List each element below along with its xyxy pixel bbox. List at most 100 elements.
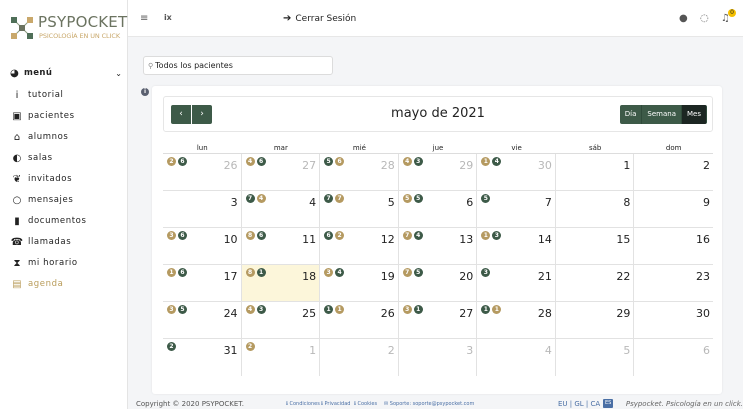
day-cell[interactable]: 1 4 30 xyxy=(477,154,556,190)
language-selector[interactable]: EU | GL | CA | xyxy=(558,400,605,408)
sidebar-item-salas[interactable]: ◐ salas xyxy=(10,150,122,166)
event-count-badge[interactable]: 5 xyxy=(402,194,412,203)
sidebar-item-documentos[interactable]: ▮ documentos xyxy=(10,213,122,229)
event-count-badge[interactable]: 3 xyxy=(167,231,176,240)
event-count-badge[interactable]: 8 xyxy=(245,268,255,277)
event-count-badge[interactable]: 5 xyxy=(324,157,334,166)
event-count-badge[interactable]: 1 xyxy=(481,231,491,240)
event-count-badge[interactable]: 1 xyxy=(324,305,334,314)
event-count-badge[interactable]: 1 xyxy=(413,305,423,314)
event-count-badge[interactable]: 4 xyxy=(256,194,266,203)
event-count-badge[interactable]: 5 xyxy=(413,194,423,203)
sidebar-item-mi-horario[interactable]: ⧗ mi horario xyxy=(10,255,122,271)
event-count-badge[interactable]: 3 xyxy=(492,231,502,240)
chat-bubbles-icon[interactable]: ◌ xyxy=(700,13,709,24)
day-cell[interactable]: 21 xyxy=(242,339,321,376)
event-count-badge[interactable]: 1 xyxy=(492,305,502,314)
event-count-badge[interactable]: 1 xyxy=(481,157,491,166)
event-count-badge[interactable]: 7 xyxy=(245,194,255,203)
event-count-badge[interactable]: 1 xyxy=(256,268,266,277)
event-count-badge[interactable]: 5 xyxy=(413,268,423,277)
day-cell[interactable]: 3 4 19 xyxy=(320,265,399,301)
day-cell[interactable]: 4 3 25 xyxy=(242,302,321,338)
day-cell[interactable]: 8 xyxy=(556,191,635,227)
support-link[interactable]: ✉ Soporte: soporte@psypocket.com xyxy=(384,401,474,407)
event-count-badge[interactable]: 4 xyxy=(413,231,423,240)
info-circle-icon[interactable]: ● xyxy=(679,13,688,24)
day-cell[interactable]: 3 xyxy=(163,191,242,227)
day-cell[interactable]: 5 xyxy=(556,339,635,376)
logout-button[interactable]: ➔ Cerrar Sesión xyxy=(283,13,356,24)
day-cell[interactable]: 16 xyxy=(634,228,713,264)
event-count-badge[interactable]: 6 xyxy=(178,231,187,240)
day-cell[interactable]: 4 3 29 xyxy=(399,154,478,190)
event-count-badge[interactable]: 3 xyxy=(481,268,491,277)
event-count-badge[interactable]: 5 xyxy=(481,194,491,203)
language-icon[interactable]: ⅸ xyxy=(164,13,172,22)
event-count-badge[interactable]: 4 xyxy=(492,157,502,166)
event-count-badge[interactable]: 4 xyxy=(402,157,412,166)
patient-search-input[interactable] xyxy=(155,61,326,70)
day-cell[interactable]: 3 6 10 xyxy=(163,228,242,264)
event-count-badge[interactable]: 3 xyxy=(402,305,412,314)
day-cell[interactable]: 77 5 xyxy=(320,191,399,227)
day-cell[interactable]: 8 6 11 xyxy=(242,228,321,264)
day-cell[interactable]: 2 31 xyxy=(163,339,242,376)
cookies-link[interactable]: ℹ Cookies xyxy=(354,401,377,407)
event-count-badge[interactable]: 6 xyxy=(256,231,266,240)
event-count-badge[interactable]: 6 xyxy=(178,157,187,166)
event-count-badge[interactable]: 3 xyxy=(413,157,423,166)
psypocket-logo[interactable]: PSYPOCKET PSICOLOGÍA EN UN CLICK xyxy=(8,10,127,46)
day-cell[interactable]: 2 6 26 xyxy=(163,154,242,190)
day-cell[interactable]: 1 1 28 xyxy=(477,302,556,338)
event-count-badge[interactable]: 2 xyxy=(245,342,255,351)
day-cell[interactable]: 2 xyxy=(320,339,399,376)
event-count-badge[interactable]: 7 xyxy=(324,194,334,203)
day-cell-today[interactable]: 8 1 18 xyxy=(241,265,321,301)
day-cell[interactable]: 4 xyxy=(477,339,556,376)
terms-link[interactable]: ℹ Condiciones xyxy=(286,401,320,407)
sidebar-item-tutorial[interactable]: i tutorial xyxy=(10,87,122,103)
day-cell[interactable]: 3 xyxy=(399,339,478,376)
event-count-badge[interactable]: 6 xyxy=(324,231,334,240)
event-count-badge[interactable]: 4 xyxy=(335,268,345,277)
event-count-badge[interactable]: 1 xyxy=(335,305,345,314)
view-week-button[interactable]: Semana xyxy=(642,105,682,124)
sidebar-item-pacientes[interactable]: ▣ pacientes xyxy=(10,108,122,124)
event-count-badge[interactable]: 2 xyxy=(167,342,176,351)
day-cell[interactable]: 2 xyxy=(634,154,713,190)
event-count-badge[interactable]: 8 xyxy=(245,231,255,240)
event-count-badge[interactable]: 3 xyxy=(324,268,334,277)
event-count-badge[interactable]: 2 xyxy=(335,231,345,240)
sidebar-item-mensajes[interactable]: ○ mensajes xyxy=(10,192,122,208)
day-cell[interactable]: 30 xyxy=(634,302,713,338)
view-day-button[interactable]: Día xyxy=(619,105,643,124)
sidebar-item-invitados[interactable]: ❦ invitados xyxy=(10,171,122,187)
day-cell[interactable]: 1 6 17 xyxy=(163,265,242,301)
day-cell[interactable]: 6 2 12 xyxy=(320,228,399,264)
day-cell[interactable]: 5 6 28 xyxy=(320,154,399,190)
event-count-badge[interactable]: 6 xyxy=(178,268,187,277)
event-count-badge[interactable]: 6 xyxy=(256,157,266,166)
day-cell[interactable]: 1 xyxy=(556,154,635,190)
bell-icon[interactable]: ♫ 0 xyxy=(721,9,736,24)
patient-filter[interactable]: ⚲ xyxy=(143,56,333,75)
day-cell[interactable]: 6 xyxy=(634,339,713,376)
day-cell[interactable]: 3 1 27 xyxy=(399,302,478,338)
event-count-badge[interactable]: 1 xyxy=(481,305,491,314)
menu-toggle[interactable]: ◕ menú ⌄ xyxy=(10,64,122,82)
day-cell[interactable]: 744 xyxy=(242,191,321,227)
sidebar-item-agenda[interactable]: ▤ agenda xyxy=(10,276,122,292)
event-count-badge[interactable]: 7 xyxy=(402,268,412,277)
day-cell[interactable]: 3 5 24 xyxy=(163,302,242,338)
event-count-badge[interactable]: 6 xyxy=(335,157,345,166)
info-icon[interactable]: i xyxy=(141,88,149,96)
language-es-button[interactable]: ES xyxy=(603,399,614,408)
day-cell[interactable]: 57 xyxy=(477,191,556,227)
day-cell[interactable]: 55 6 xyxy=(399,191,478,227)
day-cell[interactable]: 1 3 14 xyxy=(477,228,556,264)
hamburger-menu-icon[interactable]: ≡ xyxy=(140,13,148,24)
day-cell[interactable]: 22 xyxy=(556,265,635,301)
day-cell[interactable]: 4 6 27 xyxy=(242,154,321,190)
day-cell[interactable]: 23 xyxy=(634,265,713,301)
